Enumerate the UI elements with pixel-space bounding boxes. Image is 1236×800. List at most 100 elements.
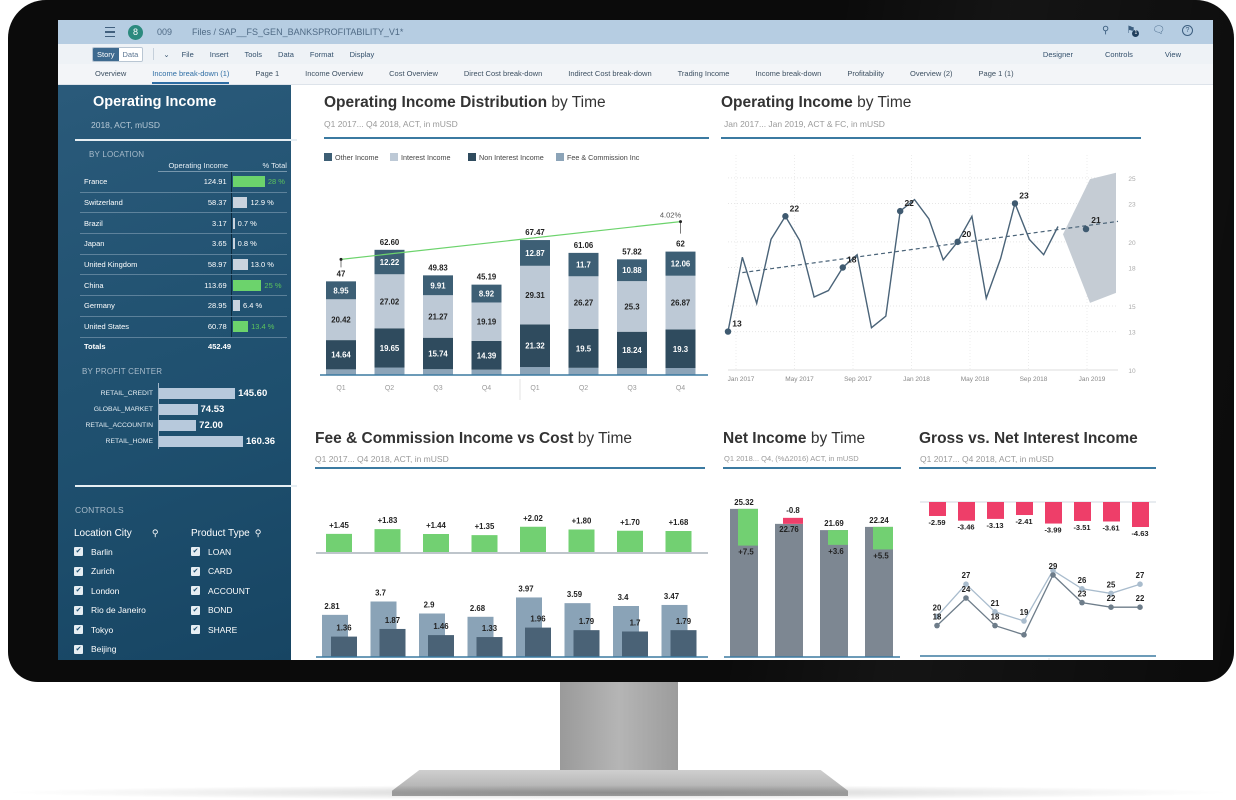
checkbox-checked-icon[interactable]: ✔: [74, 547, 83, 557]
location-row[interactable]: France 124.91 28 %: [80, 172, 287, 193]
filter-checkbox-item[interactable]: ✔ BOND: [191, 601, 261, 621]
variance-bar[interactable]: [665, 531, 692, 552]
checkbox-checked-icon[interactable]: ✔: [74, 566, 83, 576]
delta-bar-positive[interactable]: [828, 530, 848, 545]
data-point[interactable]: [1137, 581, 1143, 587]
location-row[interactable]: United States 60.78 13.4 %: [80, 316, 287, 338]
location-row[interactable]: Germany 28.95 6.4 %: [80, 296, 287, 317]
forecast-point[interactable]: [1082, 225, 1090, 233]
stacked-bar-segment[interactable]: [665, 368, 696, 375]
tab-2[interactable]: Page 1: [242, 64, 292, 84]
checkbox-checked-icon[interactable]: ✔: [74, 625, 83, 635]
filter-checkbox-item[interactable]: ✔ London: [74, 581, 158, 601]
data-point[interactable]: [1011, 200, 1019, 207]
cost-bar[interactable]: [379, 628, 406, 657]
filter-checkbox-item[interactable]: ✔ Tokyo: [74, 620, 158, 640]
data-point[interactable]: [1050, 572, 1056, 578]
checkbox-checked-icon[interactable]: ✔: [191, 547, 200, 557]
diff-bar[interactable]: [1045, 502, 1062, 524]
designer-button[interactable]: Designer: [1043, 50, 1073, 59]
controls-button[interactable]: Controls: [1105, 50, 1133, 59]
stacked-bar-segment[interactable]: [326, 369, 356, 375]
data-point[interactable]: [896, 207, 904, 215]
filter-checkbox-item[interactable]: ✔ CARD: [191, 562, 261, 582]
breadcrumb[interactable]: Files / SAP__FS_GEN_BANKSPROFITABILITY_V…: [192, 27, 403, 37]
diff-bar[interactable]: [1016, 502, 1033, 516]
cost-bar[interactable]: [331, 636, 357, 657]
filter-checkbox-item[interactable]: ✔ ACCOUNT: [191, 581, 261, 601]
delta-bar-positive[interactable]: [738, 508, 758, 546]
checkbox-checked-icon[interactable]: ✔: [191, 586, 200, 596]
data-point[interactable]: [1079, 599, 1085, 606]
cost-bar[interactable]: [622, 631, 648, 658]
product-search-icon[interactable]: ⚲: [255, 528, 262, 539]
tab-3[interactable]: Income Overview: [292, 64, 376, 84]
net-income-bar[interactable]: [775, 523, 803, 657]
menu-data[interactable]: Data: [278, 50, 294, 59]
data-point[interactable]: [934, 622, 940, 629]
diff-bar[interactable]: [987, 502, 1004, 519]
diff-bar[interactable]: [1132, 502, 1149, 528]
filter-checkbox-item[interactable]: ✔Washington DC: [74, 659, 158, 660]
profit-center-row[interactable]: GLOBAL_MARKET 74.53: [76, 401, 286, 417]
chat-icon[interactable]: 🗨: [1152, 25, 1165, 36]
checkbox-checked-icon[interactable]: ✔: [74, 605, 83, 615]
tab-8[interactable]: Income break-down: [742, 64, 834, 84]
menu-display[interactable]: Display: [350, 50, 375, 59]
checkbox-checked-icon[interactable]: ✔: [191, 625, 200, 635]
tab-4[interactable]: Cost Overview: [376, 64, 451, 84]
diff-bar[interactable]: [958, 502, 975, 521]
tab-1[interactable]: Income break-down (1): [139, 64, 242, 84]
checkbox-checked-icon[interactable]: ✔: [191, 566, 200, 576]
variance-bar[interactable]: [471, 535, 498, 552]
variance-bar[interactable]: [568, 529, 595, 553]
view-button[interactable]: View: [1165, 50, 1181, 59]
variance-bar[interactable]: [326, 533, 352, 552]
menu-tools[interactable]: Tools: [245, 50, 263, 59]
profit-center-row[interactable]: RETAIL_ACCOUNTIN 72.00: [76, 417, 286, 433]
filter-checkbox-item[interactable]: ✔ LOAN: [191, 542, 261, 562]
data-point[interactable]: [724, 328, 732, 335]
location-row[interactable]: Japan 3.65 0.8 %: [80, 234, 287, 255]
data-point[interactable]: [782, 213, 789, 220]
delta-bar-negative[interactable]: [783, 517, 803, 524]
cost-bar[interactable]: [573, 630, 600, 657]
checkbox-checked-icon[interactable]: ✔: [74, 586, 83, 596]
stacked-bar-segment[interactable]: [471, 369, 502, 375]
diff-bar[interactable]: [1074, 502, 1091, 521]
delta-bar-positive[interactable]: [873, 526, 893, 550]
help-icon[interactable]: ?: [1182, 25, 1193, 36]
data-point[interactable]: [954, 238, 961, 246]
menu-icon[interactable]: [105, 27, 115, 37]
variance-bar[interactable]: [374, 529, 401, 552]
search-icon[interactable]: ⚲: [1102, 25, 1109, 36]
menu-file[interactable]: File: [182, 50, 194, 59]
filter-checkbox-item[interactable]: ✔ Zurich: [74, 562, 158, 582]
profit-center-row[interactable]: RETAIL_CREDIT 145.60: [76, 385, 286, 401]
location-row[interactable]: Brazil 3.17 0.7 %: [80, 213, 287, 235]
profit-center-row[interactable]: RETAIL_HOME 160.36: [76, 433, 286, 449]
tab-0[interactable]: Overview: [82, 64, 139, 84]
cost-bar[interactable]: [525, 627, 551, 657]
stacked-bar-segment[interactable]: [374, 367, 405, 375]
variance-bar[interactable]: [520, 526, 546, 552]
story-mode-button[interactable]: Story: [93, 47, 119, 61]
tab-11[interactable]: Page 1 (1): [966, 64, 1027, 84]
data-point[interactable]: [1137, 604, 1143, 610]
data-point[interactable]: [992, 622, 998, 629]
data-point[interactable]: [1021, 618, 1027, 624]
diff-bar[interactable]: [929, 502, 946, 516]
location-row[interactable]: United Kingdom 58.97 13.0 %: [80, 254, 287, 276]
cost-bar[interactable]: [476, 637, 503, 657]
stacked-bar-segment[interactable]: [617, 368, 647, 375]
collapse-chevron-icon[interactable]: ⌄: [163, 50, 169, 59]
tab-7[interactable]: Trading Income: [665, 64, 743, 84]
menu-insert[interactable]: Insert: [210, 50, 229, 59]
avatar[interactable]: 8: [128, 24, 143, 40]
location-search-icon[interactable]: ⚲: [152, 528, 159, 539]
data-point[interactable]: [1021, 632, 1027, 638]
filter-checkbox-item[interactable]: ✔ Rio de Janeiro: [74, 601, 158, 621]
filter-checkbox-item[interactable]: ✔ Beijing: [74, 640, 158, 660]
tab-10[interactable]: Overview (2): [897, 64, 966, 84]
filter-checkbox-item[interactable]: ✔ SHARE: [191, 620, 261, 640]
